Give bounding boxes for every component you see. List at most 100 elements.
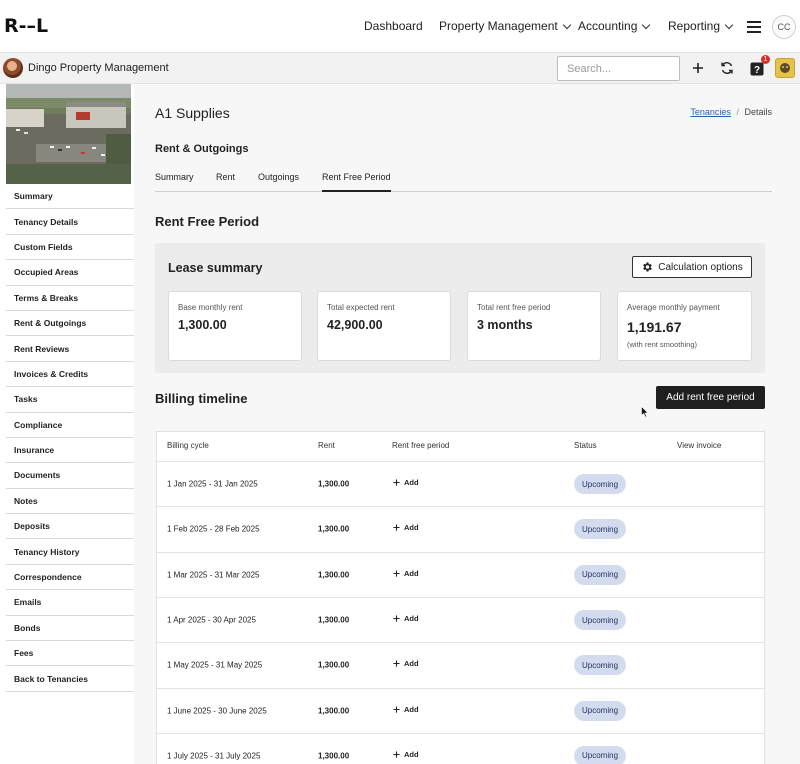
sidebar-item-compliance[interactable]: Compliance xyxy=(6,412,134,438)
tab-rent[interactable]: Rent xyxy=(216,172,235,192)
add-label: Add xyxy=(404,523,419,533)
sidebar: Summary Tenancy Details Custom Fields Oc… xyxy=(0,84,134,764)
nav-accounting[interactable]: Accounting xyxy=(578,19,651,33)
column-header-rent: Rent xyxy=(318,441,335,450)
sidebar-item-terms-breaks[interactable]: Terms & Breaks xyxy=(6,285,134,311)
nav-property-management[interactable]: Property Management xyxy=(439,19,571,33)
breadcrumb-tenancies-link[interactable]: Tenancies xyxy=(690,107,731,117)
card-label: Total expected rent xyxy=(327,303,395,312)
sidebar-item-tenancy-history[interactable]: Tenancy History xyxy=(6,539,134,565)
tab-rent-free-period[interactable]: Rent Free Period xyxy=(322,172,391,192)
plus-icon[interactable] xyxy=(689,59,707,77)
sidebar-item-rent-outgoings[interactable]: Rent & Outgoings xyxy=(6,310,134,337)
billing-cycle-cell: 1 Mar 2025 - 31 Mar 2025 xyxy=(167,570,260,580)
app-logo[interactable]: R-–L xyxy=(4,15,48,37)
mouse-cursor-icon xyxy=(641,406,649,418)
user-avatar[interactable] xyxy=(775,58,795,78)
table-row: 1 Feb 2025 - 28 Feb 2025 1,300.00 Add Upcom… xyxy=(157,506,764,551)
card-value: 42,900.00 xyxy=(327,318,383,332)
rent-cell: 1,300.00 xyxy=(318,615,350,625)
refresh-icon[interactable] xyxy=(718,59,736,77)
card-value: 1,300.00 xyxy=(178,318,227,332)
rent-cell: 1,300.00 xyxy=(318,706,350,716)
property-photo xyxy=(6,84,131,184)
plus-icon xyxy=(393,706,400,713)
add-rent-free-link[interactable]: Add xyxy=(393,523,419,532)
add-rent-free-link[interactable]: Add xyxy=(393,659,419,668)
sidebar-item-documents[interactable]: Documents xyxy=(6,463,134,489)
rent-free-period-cell: Add xyxy=(393,750,419,759)
sidebar-item-invoices-credits[interactable]: Invoices & Credits xyxy=(6,361,134,388)
page-title: A1 Supplies xyxy=(155,105,230,121)
nav-reporting[interactable]: Reporting xyxy=(668,19,734,33)
svg-text:?: ? xyxy=(754,65,760,76)
status-badge: Upcoming xyxy=(574,700,627,721)
calculation-options-button[interactable]: Calculation options xyxy=(632,256,752,278)
add-rent-free-link[interactable]: Add xyxy=(393,569,419,578)
plus-icon xyxy=(393,615,400,622)
chevron-down-icon xyxy=(642,20,651,29)
add-rent-free-link[interactable]: Add xyxy=(393,478,419,487)
tab-summary[interactable]: Summary xyxy=(155,172,194,192)
plus-icon xyxy=(393,660,400,667)
card-label: Total rent free period xyxy=(477,303,551,312)
sidebar-item-fees[interactable]: Fees xyxy=(6,641,134,667)
plus-icon xyxy=(393,524,400,531)
section-title: Rent & Outgoings xyxy=(155,143,249,155)
sidebar-item-correspondence[interactable]: Correspondence xyxy=(6,564,134,591)
nav-property-management-label: Property Management xyxy=(439,19,558,33)
sidebar-menu: Summary Tenancy Details Custom Fields Oc… xyxy=(6,184,134,692)
add-rent-free-link[interactable]: Add xyxy=(393,705,419,714)
add-rent-free-period-button[interactable]: Add rent free period xyxy=(656,386,765,409)
billing-cycle-cell: 1 Apr 2025 - 30 Apr 2025 xyxy=(167,615,256,625)
sidebar-item-occupied-areas[interactable]: Occupied Areas xyxy=(6,260,134,286)
rent-cell: 1,300.00 xyxy=(318,751,350,761)
rent-free-period-cell: Add xyxy=(393,705,419,714)
page-heading: Rent Free Period xyxy=(155,214,260,229)
lease-summary-title: Lease summary xyxy=(168,261,263,275)
add-label: Add xyxy=(404,568,419,578)
summary-card-total-expected-rent: Total expected rent 42,900.00 xyxy=(317,291,451,361)
plus-icon xyxy=(393,751,400,758)
add-label: Add xyxy=(404,704,419,714)
table-row: 1 Jan 2025 - 31 Jan 2025 1,300.00 Add Upcom… xyxy=(157,461,764,506)
sidebar-item-summary[interactable]: Summary xyxy=(6,184,134,210)
sidebar-item-deposits[interactable]: Deposits xyxy=(6,514,134,540)
add-label: Add xyxy=(404,659,419,669)
add-label: Add xyxy=(404,749,419,759)
status-badge: Upcoming xyxy=(574,610,627,631)
lease-summary-panel: Lease summary Calculation options Base m… xyxy=(155,243,765,373)
tab-outgoings[interactable]: Outgoings xyxy=(258,172,299,192)
sidebar-item-bonds[interactable]: Bonds xyxy=(6,615,134,642)
breadcrumb-current: Details xyxy=(744,107,772,117)
nav-accounting-label: Accounting xyxy=(578,19,638,33)
rent-free-period-cell: Add xyxy=(393,659,419,668)
sidebar-item-tasks[interactable]: Tasks xyxy=(6,387,134,413)
add-rent-free-link[interactable]: Add xyxy=(393,750,419,759)
billing-timeline-title: Billing timeline xyxy=(155,391,248,406)
hamburger-menu-icon[interactable] xyxy=(747,21,761,36)
organisation-avatar xyxy=(3,58,23,78)
column-header-billing-cycle: Billing cycle xyxy=(167,441,209,450)
sidebar-item-custom-fields[interactable]: Custom Fields xyxy=(6,234,134,261)
sidebar-item-rent-reviews[interactable]: Rent Reviews xyxy=(6,336,134,362)
user-initials-avatar[interactable]: CC xyxy=(772,15,796,39)
sidebar-item-tenancy-details[interactable]: Tenancy Details xyxy=(6,209,134,235)
add-rent-free-link[interactable]: Add xyxy=(393,614,419,623)
column-header-view-invoice: View invoice xyxy=(677,441,722,450)
sidebar-item-emails[interactable]: Emails xyxy=(6,590,134,616)
breadcrumb-separator: / xyxy=(736,107,739,117)
calculation-options-label: Calculation options xyxy=(658,261,743,273)
status-badge: Upcoming xyxy=(574,655,627,676)
sidebar-item-insurance[interactable]: Insurance xyxy=(6,437,134,464)
search-input[interactable] xyxy=(557,56,680,81)
top-navigation: R-–L Dashboard Property Management Accou… xyxy=(0,0,800,53)
column-header-status: Status xyxy=(574,441,597,450)
sidebar-item-notes[interactable]: Notes xyxy=(6,488,134,515)
table-row: 1 May 2025 - 31 May 2025 1,300.00 Add Upcom… xyxy=(157,642,764,687)
rent-free-period-cell: Add xyxy=(393,478,419,487)
sidebar-item-back-to-tenancies[interactable]: Back to Tenancies xyxy=(6,666,134,692)
nav-dashboard[interactable]: Dashboard xyxy=(364,19,423,33)
card-label: Base monthly rent xyxy=(178,303,243,312)
card-label: Average monthly payment xyxy=(627,303,720,312)
